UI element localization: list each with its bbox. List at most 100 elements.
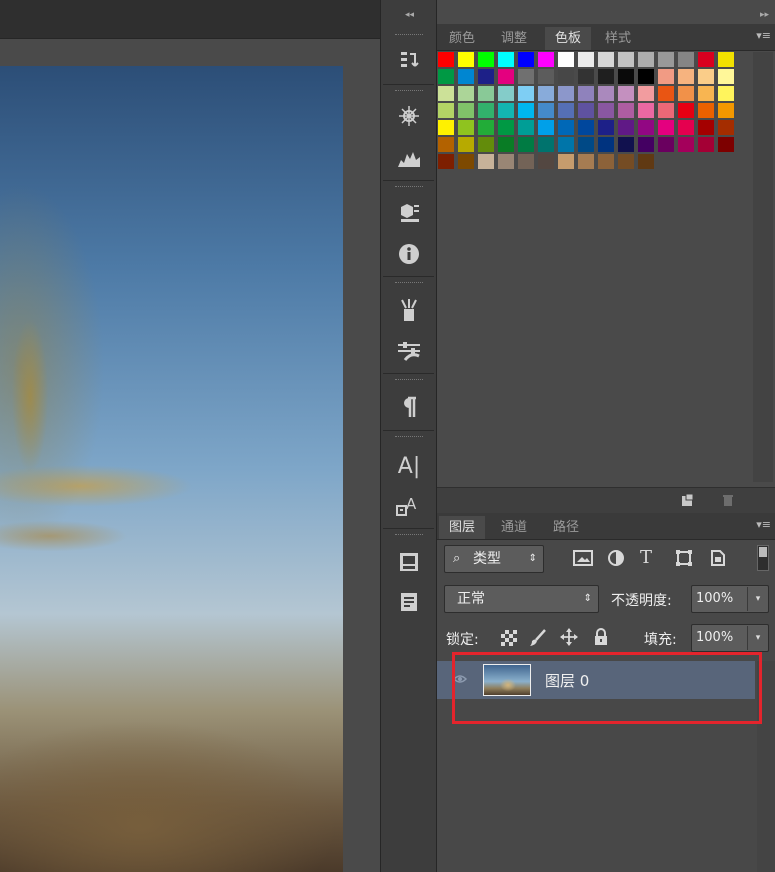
color-swatch[interactable] <box>558 120 574 135</box>
color-swatch[interactable] <box>518 103 534 118</box>
histogram-icon[interactable] <box>395 144 423 172</box>
layers-panel-menu-icon[interactable]: ▾≡ <box>756 518 771 531</box>
color-swatch[interactable] <box>538 103 554 118</box>
color-swatch[interactable] <box>478 154 494 169</box>
character-styles-icon[interactable]: A <box>395 492 423 520</box>
tab-channels[interactable]: 通道 <box>491 516 537 539</box>
smart-object-filter-icon[interactable] <box>709 549 727 571</box>
color-swatch[interactable] <box>718 103 734 118</box>
color-swatch[interactable] <box>698 120 714 135</box>
tab-styles[interactable]: 样式 <box>595 27 641 50</box>
color-swatch[interactable] <box>638 120 654 135</box>
color-swatch[interactable] <box>678 120 694 135</box>
color-swatch[interactable] <box>518 86 534 101</box>
delete-swatch-icon[interactable] <box>721 493 735 511</box>
color-swatch[interactable] <box>458 103 474 118</box>
color-swatch[interactable] <box>498 69 514 84</box>
color-swatch[interactable] <box>458 69 474 84</box>
panel-group-grip[interactable] <box>395 34 423 38</box>
color-swatch[interactable] <box>438 137 454 152</box>
panel-group-grip[interactable] <box>395 282 423 286</box>
color-swatch[interactable] <box>598 103 614 118</box>
lock-position-move-icon[interactable] <box>560 628 578 650</box>
color-swatch[interactable] <box>638 154 654 169</box>
color-swatch[interactable] <box>678 86 694 101</box>
panel-group-grip[interactable] <box>395 90 423 94</box>
color-swatch[interactable] <box>638 137 654 152</box>
color-swatch[interactable] <box>558 52 574 67</box>
tab-paths[interactable]: 路径 <box>543 516 589 539</box>
color-swatch[interactable] <box>518 154 534 169</box>
panel-menu-icon[interactable]: ▾≡ <box>756 29 771 42</box>
color-swatch[interactable] <box>598 120 614 135</box>
color-swatch[interactable] <box>598 86 614 101</box>
tab-swatches[interactable]: 色板 <box>545 27 592 50</box>
color-swatch[interactable] <box>478 86 494 101</box>
color-swatch[interactable] <box>558 103 574 118</box>
notes-icon[interactable] <box>395 588 423 616</box>
document-image[interactable] <box>0 66 343 872</box>
color-swatch[interactable] <box>698 69 714 84</box>
color-swatch[interactable] <box>638 69 654 84</box>
color-swatch[interactable] <box>578 52 594 67</box>
color-swatch[interactable] <box>578 154 594 169</box>
shape-layer-filter-icon[interactable] <box>675 549 693 571</box>
pixel-layer-filter-icon[interactable] <box>573 549 593 571</box>
color-swatch[interactable] <box>718 137 734 152</box>
tab-color[interactable]: 颜色 <box>439 27 485 50</box>
color-swatch[interactable] <box>498 86 514 101</box>
adjustment-layer-filter-icon[interactable] <box>607 549 625 571</box>
color-swatch[interactable] <box>518 120 534 135</box>
color-swatch[interactable] <box>658 120 674 135</box>
color-swatch[interactable] <box>438 52 454 67</box>
color-swatch[interactable] <box>518 69 534 84</box>
color-swatch[interactable] <box>598 69 614 84</box>
color-swatch[interactable] <box>618 120 634 135</box>
navigator-icon[interactable] <box>395 102 423 130</box>
paragraph-icon[interactable] <box>395 393 423 421</box>
color-swatch[interactable] <box>638 86 654 101</box>
color-swatch[interactable] <box>498 154 514 169</box>
color-swatch[interactable] <box>718 69 734 84</box>
brush-presets-icon[interactable] <box>395 296 423 324</box>
color-swatch[interactable] <box>578 103 594 118</box>
lock-image-pixels-brush-icon[interactable] <box>529 629 547 651</box>
color-swatch[interactable] <box>538 69 554 84</box>
color-swatch[interactable] <box>538 86 554 101</box>
character-icon[interactable]: A| <box>395 452 423 480</box>
color-swatch[interactable] <box>558 69 574 84</box>
color-swatch[interactable] <box>618 103 634 118</box>
collapse-panels-icon[interactable]: ▸▸ <box>760 10 769 20</box>
lock-transparent-pixels-icon[interactable] <box>501 630 517 650</box>
color-swatch[interactable] <box>478 69 494 84</box>
tab-layers[interactable]: 图层 <box>439 516 486 539</box>
collapse-strip-icon[interactable]: ◂◂ <box>381 10 438 20</box>
color-swatch[interactable] <box>638 52 654 67</box>
color-swatch[interactable] <box>538 137 554 152</box>
color-swatch[interactable] <box>618 86 634 101</box>
color-swatch[interactable] <box>458 86 474 101</box>
color-swatch[interactable] <box>718 120 734 135</box>
color-swatch[interactable] <box>658 137 674 152</box>
filter-toggle-switch[interactable] <box>757 545 769 571</box>
color-swatch[interactable] <box>698 137 714 152</box>
swatch-scrollbar[interactable] <box>753 52 773 482</box>
color-swatch[interactable] <box>538 52 554 67</box>
color-swatch[interactable] <box>478 137 494 152</box>
color-swatch[interactable] <box>658 52 674 67</box>
panel-group-grip[interactable] <box>395 534 423 538</box>
color-swatch[interactable] <box>618 137 634 152</box>
color-swatch[interactable] <box>658 69 674 84</box>
color-swatch[interactable] <box>618 69 634 84</box>
color-swatch[interactable] <box>558 137 574 152</box>
color-swatch[interactable] <box>458 120 474 135</box>
color-swatch[interactable] <box>498 103 514 118</box>
color-swatch[interactable] <box>558 154 574 169</box>
info-icon[interactable] <box>395 240 423 268</box>
color-swatch[interactable] <box>518 52 534 67</box>
color-swatch[interactable] <box>538 120 554 135</box>
fill-field[interactable]: 100% ▾ <box>691 624 769 652</box>
lock-all-icon[interactable] <box>593 628 609 650</box>
color-swatch[interactable] <box>618 52 634 67</box>
color-swatch[interactable] <box>698 52 714 67</box>
